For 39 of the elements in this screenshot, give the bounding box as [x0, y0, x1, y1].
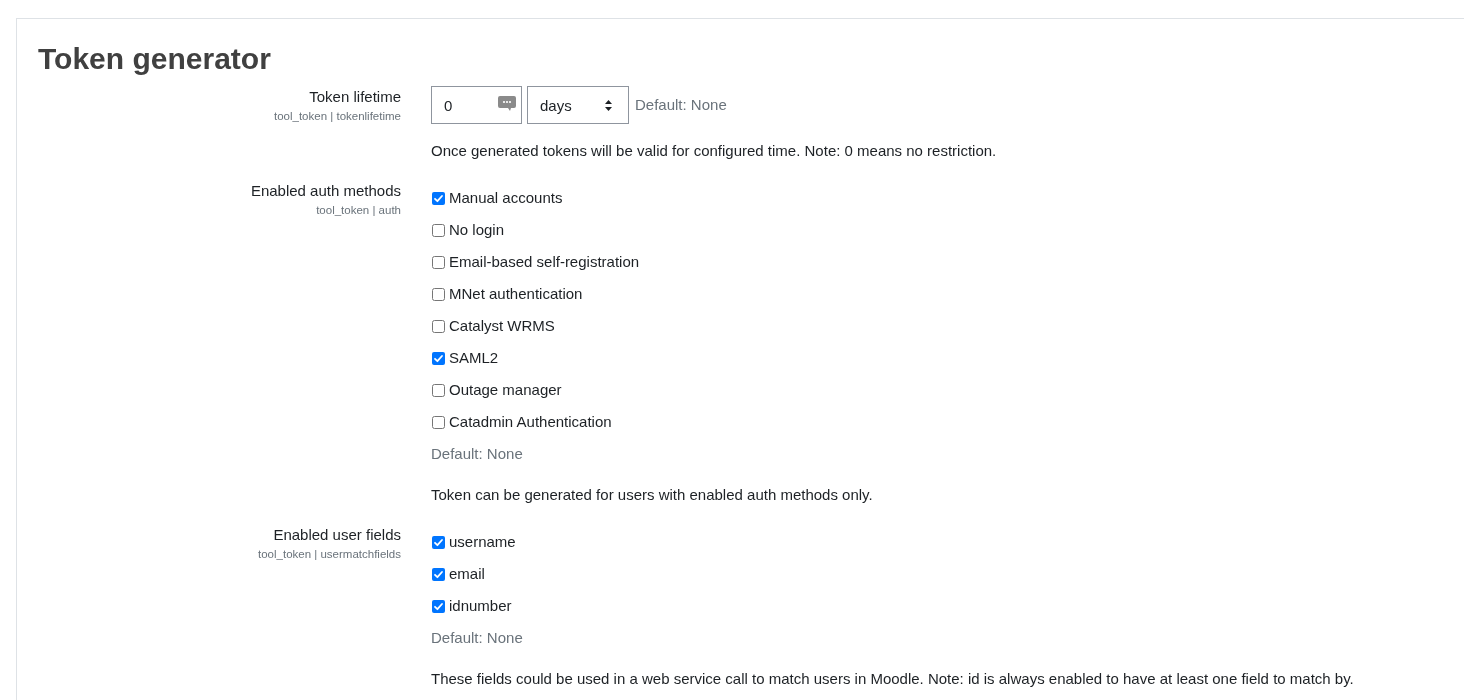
setting-description: Once generated tokens will be valid for configured time. Note: 0 means no restriction.: [431, 141, 997, 161]
setting-description: These fields could be used in a web service call to match users in Moodle. Note: id is always enabled to have at least one field to match by.: [431, 669, 1354, 689]
checkbox[interactable]: [432, 415, 445, 429]
setting-label: Token lifetime: [309, 87, 401, 107]
checkbox-label[interactable]: No login: [449, 219, 505, 241]
checkbox[interactable]: [432, 383, 445, 397]
checkbox[interactable]: [432, 535, 445, 549]
unit-select[interactable]: days: [527, 86, 629, 124]
checkbox[interactable]: [432, 255, 445, 269]
checkbox[interactable]: [432, 599, 445, 613]
checkbox[interactable]: [432, 319, 445, 333]
checkbox[interactable]: [432, 351, 445, 365]
setting-config-name: tool_token | auth: [316, 203, 401, 218]
checkbox-label[interactable]: Catalyst WRMS: [449, 315, 555, 337]
setting-label: Enabled auth methods: [250, 181, 401, 201]
checkbox-label[interactable]: email: [449, 563, 485, 585]
checkbox-label[interactable]: SAML2: [449, 347, 499, 369]
chat-bubble-icon[interactable]: [498, 96, 516, 111]
checkbox-label[interactable]: Catadmin Authentication: [449, 411, 612, 433]
checkbox[interactable]: [432, 287, 445, 301]
checkbox-label[interactable]: idnumber: [449, 595, 512, 617]
number-input[interactable]: 0: [431, 86, 522, 124]
checkbox[interactable]: [432, 567, 445, 581]
setting-label: Enabled user fields: [273, 525, 401, 545]
checkbox-label[interactable]: Email-based self-registration: [449, 251, 640, 273]
default-value-text: Default: None: [431, 628, 523, 648]
checkbox[interactable]: [432, 223, 445, 237]
setting-config-name: tool_token | tokenlifetime: [274, 109, 401, 124]
default-value-text: Default: None: [635, 95, 727, 115]
setting-description: Token can be generated for users with enabled auth methods only.: [431, 485, 873, 505]
checkbox-label[interactable]: Manual accounts: [449, 187, 563, 209]
checkbox-label[interactable]: username: [449, 531, 516, 553]
checkbox-label[interactable]: MNet authentication: [449, 283, 583, 305]
checkbox-label[interactable]: Outage manager: [449, 379, 562, 401]
setting-config-name: tool_token | usermatchfields: [258, 547, 401, 562]
checkbox[interactable]: [432, 191, 445, 205]
default-value-text: Default: None: [431, 444, 523, 464]
page-heading: Token generator: [38, 41, 272, 77]
caret-icon: [605, 99, 612, 111]
